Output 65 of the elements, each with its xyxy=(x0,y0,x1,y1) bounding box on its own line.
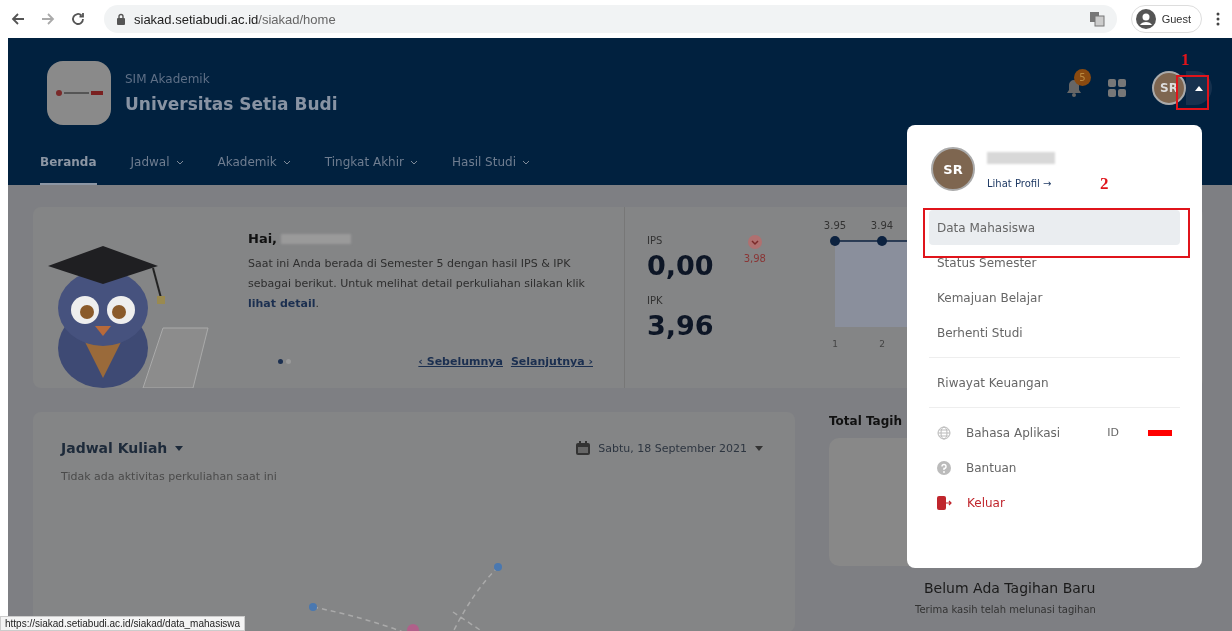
no-bill-text: Terima kasih telah melunasi tagihan xyxy=(915,604,1096,615)
menu-item[interactable]: Status Semester xyxy=(929,245,1180,280)
caret-up-icon xyxy=(1195,85,1203,91)
ips-label: IPS xyxy=(647,235,664,246)
carousel-dot[interactable] xyxy=(278,359,283,364)
menu-item[interactable]: Kemajuan Belajar xyxy=(929,280,1180,315)
calendar-icon xyxy=(576,441,591,455)
annotation-number: 2 xyxy=(1100,174,1109,194)
semester-info-text: Saat ini Anda berada di Semester 5 dengan hasil IPS & IPK sebagai berikut. Untuk melihat detail perkuliahan silakan klik lihat detail. xyxy=(248,256,586,312)
status-url: https://siakad.setiabudi.ac.id/siakad/data_mahasiswa xyxy=(0,616,246,631)
logout-item[interactable]: Keluar xyxy=(929,485,1180,520)
app-title: Universitas Setia Budi xyxy=(125,94,338,114)
caret-down-icon xyxy=(175,445,184,451)
menu-item[interactable]: Bahasa Aplikasi ID xyxy=(929,415,1180,450)
nav-tab[interactable]: Akademik xyxy=(217,155,291,185)
bell-icon[interactable] xyxy=(1066,79,1082,97)
app-subtitle: SIM Akademik xyxy=(125,72,211,86)
ips-value: 0,00 xyxy=(647,250,714,281)
back-icon[interactable] xyxy=(10,11,26,27)
no-bill-title: Belum Ada Tagihan Baru xyxy=(924,580,1096,596)
translate-icon[interactable] xyxy=(1088,11,1105,27)
address-bar[interactable]: siakad.setiabudi.ac.id/siakad/home xyxy=(104,5,1117,33)
x-tick-label: 1 xyxy=(832,339,838,349)
logout-icon xyxy=(937,495,952,510)
nav-tab[interactable]: Tingkat Akhir xyxy=(324,155,418,185)
highlight-frame xyxy=(1176,75,1209,110)
menu-item[interactable]: Berhenti Studi xyxy=(929,315,1180,350)
menu-item[interactable]: Data Mahasiswa xyxy=(929,210,1180,245)
view-profile-link[interactable]: Lihat Profil → xyxy=(987,178,1055,189)
user-avatar[interactable]: SR xyxy=(1152,71,1186,105)
schedule-dropdown[interactable]: Jadwal Kuliah xyxy=(61,440,184,456)
previous-ips: 3,98 xyxy=(743,253,766,264)
x-tick-label: 2 xyxy=(879,339,885,349)
reload-icon[interactable] xyxy=(70,11,86,27)
chevron-down-icon xyxy=(747,235,762,249)
annotation-number: 1 xyxy=(1181,50,1190,70)
lock-icon xyxy=(116,13,126,25)
more-icon[interactable] xyxy=(1216,12,1220,26)
billing-title: Total Tagih xyxy=(829,414,902,428)
next-link[interactable]: Selanjutnya › xyxy=(510,355,593,368)
university-logo xyxy=(47,61,111,125)
nav-tab[interactable]: Beranda xyxy=(40,155,97,185)
point-label: 3.95 xyxy=(823,220,847,231)
ipk-value: 3,96 xyxy=(647,310,715,341)
nav-tab[interactable]: Jadwal xyxy=(130,155,184,185)
person-icon xyxy=(1135,9,1156,29)
previous-link[interactable]: ‹ Sebelumnya xyxy=(418,355,503,368)
blurred-name xyxy=(987,152,1055,164)
point-label: 3.94 xyxy=(870,220,894,231)
nav-tab[interactable]: Hasil Studi xyxy=(452,155,530,185)
help-icon xyxy=(937,460,951,475)
user-avatar: SR xyxy=(931,147,975,191)
apps-grid-icon[interactable] xyxy=(1108,79,1126,97)
language-code: ID xyxy=(1107,426,1119,439)
forward-icon[interactable] xyxy=(40,11,56,27)
greeting-text: Hai, xyxy=(248,231,278,246)
date-picker[interactable]: Sabtu, 18 September 2021 xyxy=(576,440,763,456)
flag-icon xyxy=(1148,429,1172,436)
menu-item[interactable]: Bantuan xyxy=(929,450,1180,485)
caret-down-icon xyxy=(755,445,763,451)
globe-icon xyxy=(937,425,951,440)
ipk-label: IPK xyxy=(647,295,664,306)
menu-item[interactable]: Riwayat Keuangan xyxy=(929,365,1180,400)
notification-badge: 5 xyxy=(1074,69,1091,86)
profile-button[interactable]: Guest xyxy=(1130,5,1202,33)
